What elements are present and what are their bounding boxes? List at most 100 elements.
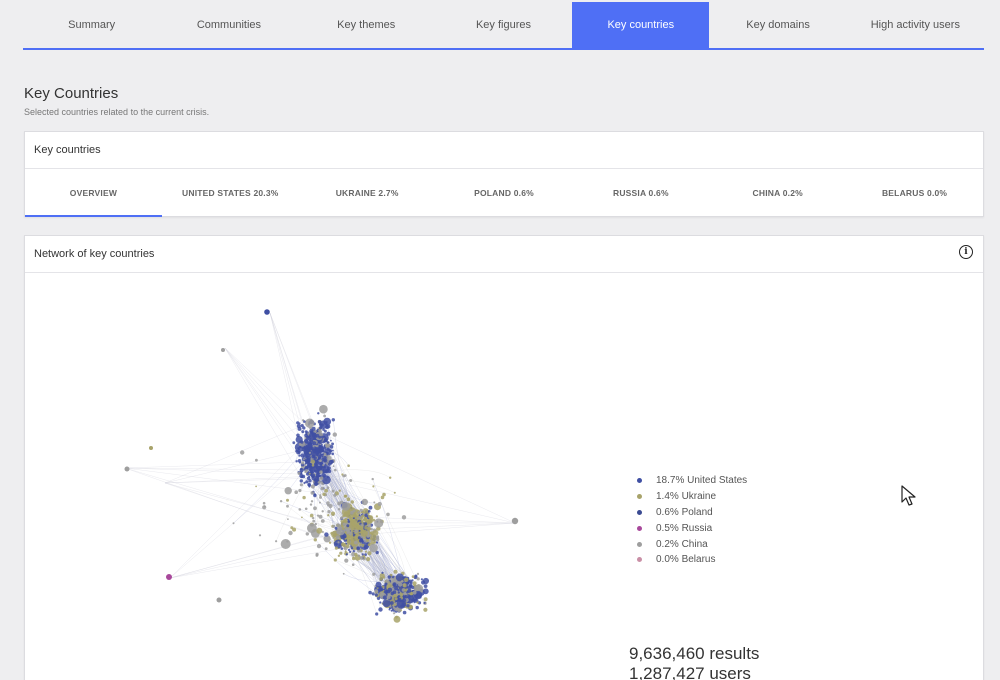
- network-node[interactable]: [402, 598, 407, 603]
- network-node[interactable]: [373, 541, 376, 544]
- network-node[interactable]: [331, 418, 335, 422]
- network-node[interactable]: [286, 540, 289, 543]
- network-node[interactable]: [351, 516, 354, 519]
- network-node[interactable]: [301, 461, 305, 465]
- network-node[interactable]: [393, 603, 397, 606]
- network-node[interactable]: [372, 485, 375, 488]
- network-node[interactable]: [304, 462, 307, 465]
- network-node[interactable]: [298, 488, 302, 493]
- network-node[interactable]: [319, 470, 323, 474]
- network-node[interactable]: [398, 582, 403, 587]
- network-node[interactable]: [298, 461, 302, 464]
- network-node[interactable]: [360, 523, 364, 527]
- network-node[interactable]: [368, 515, 373, 520]
- nav-tab-key-domains[interactable]: Key domains: [709, 2, 846, 48]
- network-node[interactable]: [511, 517, 519, 525]
- network-node[interactable]: [351, 526, 355, 529]
- network-node[interactable]: [328, 444, 331, 447]
- network-node[interactable]: [414, 574, 418, 578]
- network-node[interactable]: [326, 501, 330, 505]
- legend-item[interactable]: 0.2% China: [637, 536, 747, 552]
- network-node[interactable]: [359, 556, 364, 560]
- network-node[interactable]: [312, 519, 316, 523]
- network-node[interactable]: [309, 439, 312, 442]
- network-node[interactable]: [311, 475, 314, 478]
- network-node[interactable]: [315, 554, 319, 557]
- network-node[interactable]: [407, 588, 412, 593]
- network-node[interactable]: [328, 460, 333, 464]
- network-node[interactable]: [338, 489, 341, 492]
- network-node[interactable]: [331, 489, 335, 493]
- network-node[interactable]: [319, 495, 322, 499]
- network-node[interactable]: [320, 486, 325, 491]
- network-node[interactable]: [394, 597, 398, 601]
- network-node[interactable]: [344, 558, 349, 563]
- network-node[interactable]: [299, 483, 303, 487]
- network-node[interactable]: [232, 522, 235, 525]
- network-node[interactable]: [388, 608, 391, 611]
- network-node[interactable]: [328, 541, 332, 544]
- network-node[interactable]: [374, 589, 379, 593]
- network-node[interactable]: [398, 597, 402, 602]
- network-node[interactable]: [368, 505, 373, 510]
- network-node[interactable]: [319, 420, 328, 429]
- network-node[interactable]: [367, 523, 372, 528]
- network-node[interactable]: [384, 584, 387, 587]
- network-node[interactable]: [308, 451, 311, 454]
- network-node[interactable]: [321, 443, 323, 446]
- network-node[interactable]: [346, 497, 351, 501]
- network-node[interactable]: [337, 508, 341, 511]
- network-node[interactable]: [255, 458, 258, 462]
- network-node[interactable]: [339, 551, 343, 555]
- network-node[interactable]: [287, 518, 289, 520]
- network-node[interactable]: [255, 485, 257, 488]
- network-node[interactable]: [363, 516, 368, 521]
- network-node[interactable]: [401, 515, 407, 520]
- network-node[interactable]: [350, 547, 354, 550]
- network-node[interactable]: [300, 424, 304, 428]
- network-node[interactable]: [307, 446, 310, 449]
- legend-item[interactable]: 0.6% Poland: [637, 505, 747, 521]
- network-node[interactable]: [415, 605, 419, 610]
- network-node[interactable]: [420, 578, 423, 581]
- network-node[interactable]: [288, 530, 293, 536]
- network-node[interactable]: [371, 592, 375, 596]
- country-tab-china[interactable]: CHINA 0.2%: [709, 169, 846, 217]
- network-node[interactable]: [372, 572, 376, 576]
- network-node[interactable]: [309, 513, 314, 518]
- network-node[interactable]: [402, 610, 407, 615]
- network-node[interactable]: [319, 404, 328, 414]
- network-node[interactable]: [320, 449, 324, 453]
- network-node[interactable]: [416, 577, 420, 581]
- network-node[interactable]: [324, 488, 328, 493]
- network-node[interactable]: [340, 520, 344, 523]
- network-node[interactable]: [307, 456, 311, 459]
- network-node[interactable]: [358, 514, 361, 517]
- nav-tab-high-activity-users[interactable]: High activity users: [847, 2, 984, 48]
- network-node[interactable]: [374, 593, 378, 597]
- network-node[interactable]: [349, 550, 352, 553]
- network-node[interactable]: [316, 544, 322, 549]
- network-node[interactable]: [308, 443, 313, 448]
- network-node[interactable]: [367, 551, 372, 556]
- legend-item[interactable]: 1.4% Ukraine: [637, 489, 747, 505]
- network-node[interactable]: [313, 493, 317, 496]
- network-node[interactable]: [301, 430, 305, 434]
- network-node[interactable]: [333, 468, 337, 472]
- network-node[interactable]: [332, 449, 334, 452]
- network-node[interactable]: [342, 527, 345, 530]
- network-node[interactable]: [317, 514, 320, 517]
- network-node[interactable]: [279, 500, 283, 503]
- network-node[interactable]: [310, 484, 315, 489]
- network-node[interactable]: [320, 519, 325, 523]
- network-node[interactable]: [347, 548, 351, 551]
- network-node[interactable]: [240, 450, 245, 455]
- network-node[interactable]: [345, 553, 348, 556]
- network-node[interactable]: [308, 479, 312, 483]
- network-node[interactable]: [393, 612, 396, 615]
- network-node[interactable]: [375, 581, 382, 588]
- network-node[interactable]: [374, 518, 384, 528]
- network-node[interactable]: [364, 526, 368, 530]
- network-node[interactable]: [263, 505, 266, 508]
- network-node[interactable]: [258, 534, 262, 537]
